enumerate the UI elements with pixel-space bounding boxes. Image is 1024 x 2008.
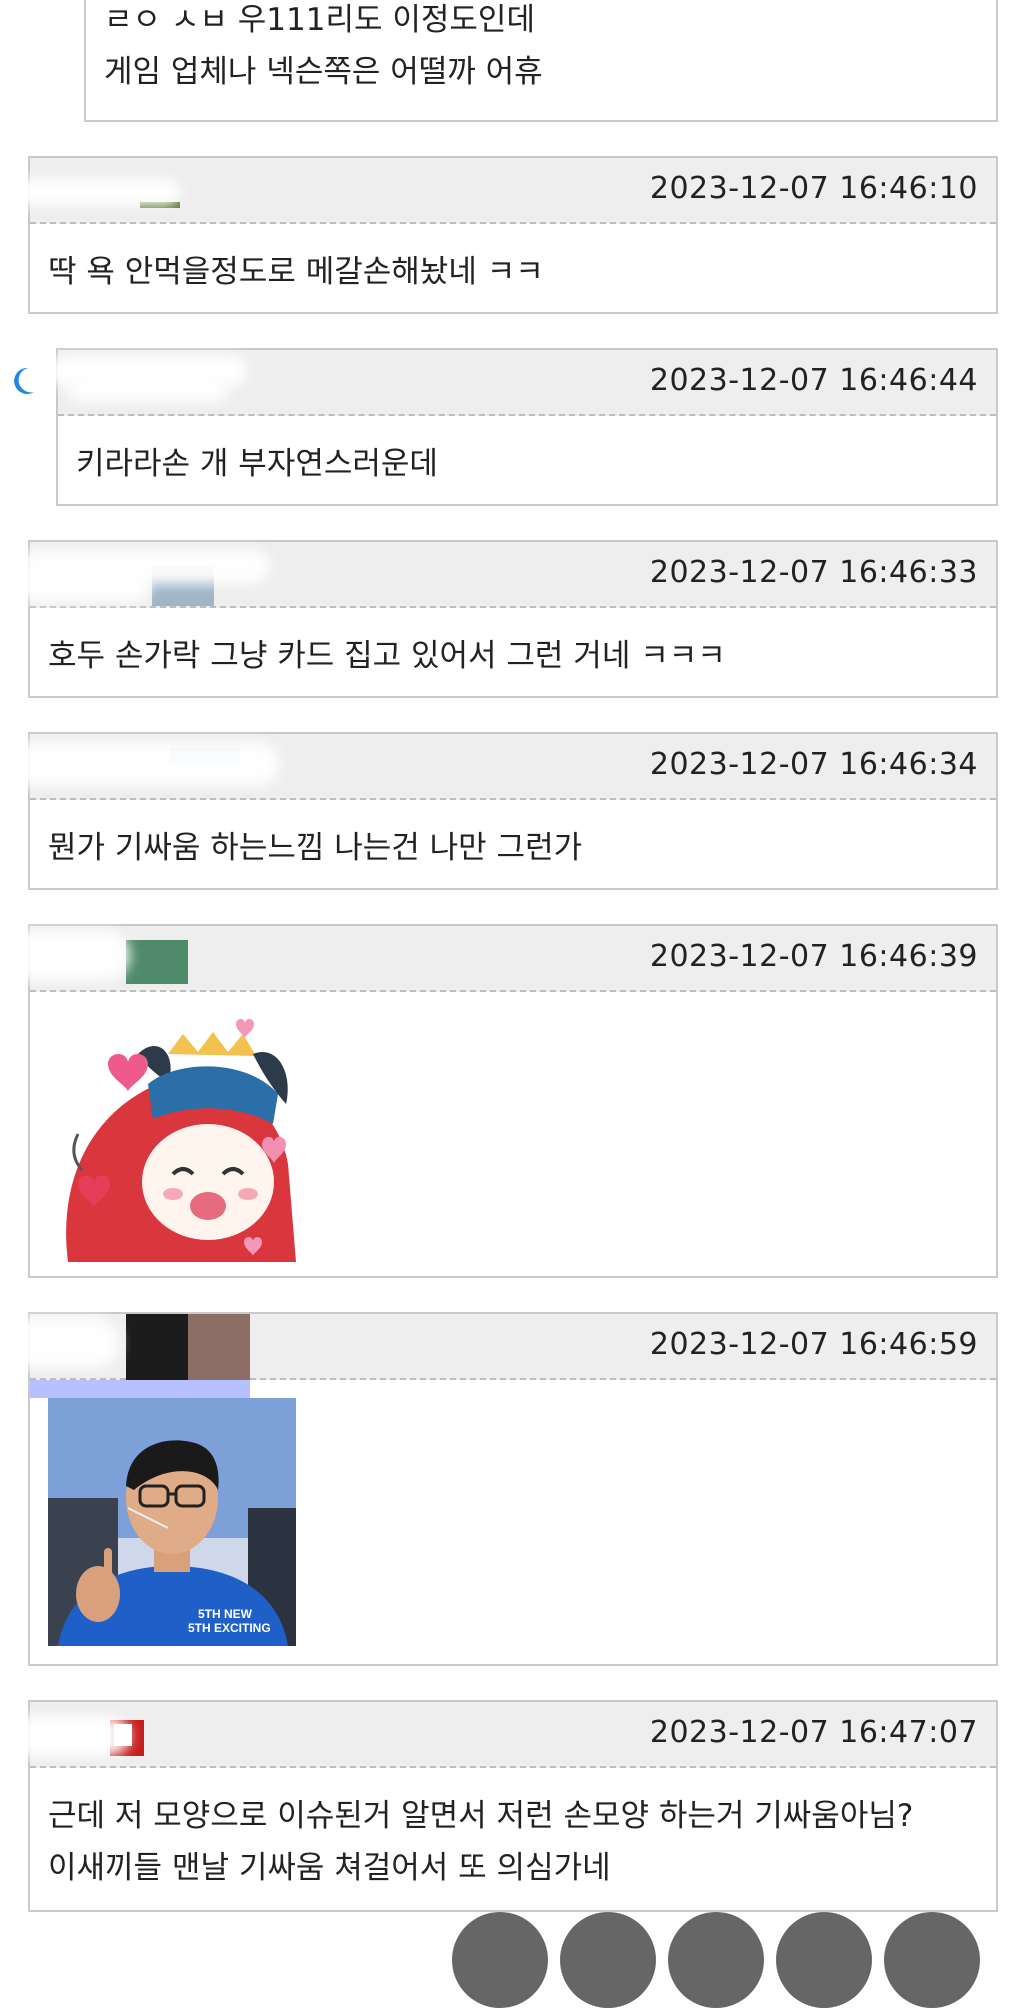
level-icon bbox=[126, 940, 188, 984]
comment-text: 이새끼들 맨날 기싸움 쳐걸어서 또 의심가네 bbox=[48, 1850, 611, 1886]
man-photo-image[interactable]: 5TH NEW 5TH EXCITING bbox=[48, 1398, 296, 1646]
comment-timestamp: 2023-12-07 16:46:10 bbox=[649, 171, 978, 206]
page-button[interactable] bbox=[668, 1912, 764, 2008]
comment-header: 2023-12-07 16:46:39 bbox=[0, 926, 996, 992]
comment: 2023-12-07 16:46:10 딱 욕 안먹을정도로 메갈손해놨네 ㅋㅋ bbox=[10, 156, 998, 314]
comment-text: 뭔가 기싸움 하는느낌 나는건 나만 그런가 bbox=[48, 830, 583, 866]
reply-line: ㄹㅇ ㅅㅂ 우111리도 이정도인데 bbox=[104, 2, 535, 38]
level-icon bbox=[188, 1314, 250, 1380]
comment-body: 호두 손가락 그냥 카드 집고 있어서 그런 거네 ㅋㅋㅋ bbox=[30, 608, 996, 704]
reply-body: ㄹㅇ ㅅㅂ 우111리도 이정도인데 게임 업체나 넥슨쪽은 어떨까 어휴 bbox=[86, 0, 996, 120]
page-button[interactable] bbox=[884, 1912, 980, 2008]
author-blurred bbox=[10, 734, 280, 798]
reply-line: 게임 업체나 넥슨쪽은 어떨까 어휴 bbox=[104, 54, 543, 90]
comment-timestamp: 2023-12-07 16:46:33 bbox=[649, 555, 978, 590]
comment-body: 뭔가 기싸움 하는느낌 나는건 나만 그런가 bbox=[30, 800, 996, 896]
shirt-text: 5TH EXCITING bbox=[188, 1621, 271, 1635]
anime-sticker-image[interactable] bbox=[48, 1014, 296, 1262]
comment: 2023-12-07 16:47:07 근데 저 모양으로 이슈된거 알면서 저… bbox=[0, 1700, 998, 1912]
comment-body: 키라라손 개 부자연스러운데 bbox=[58, 416, 996, 512]
author-blurred bbox=[0, 926, 270, 990]
comment-timestamp: 2023-12-07 16:47:07 bbox=[649, 1715, 978, 1750]
author-blurred bbox=[0, 1702, 270, 1766]
comment: 2023-12-07 16:46:33 호두 손가락 그냥 카드 집고 있어서 … bbox=[20, 540, 998, 698]
comment-header: 2023-12-07 16:46:33 bbox=[20, 542, 996, 608]
shirt-text: 5TH NEW bbox=[198, 1607, 253, 1621]
author-blurred bbox=[20, 542, 270, 606]
comment: 2023-12-07 16:46:59 5TH NEW 5TH EXCITING bbox=[0, 1312, 998, 1666]
author-blurred bbox=[0, 1314, 270, 1398]
comment-header: 2023-12-07 16:46:44 bbox=[48, 350, 996, 416]
comment-header: 2023-12-07 16:46:34 bbox=[10, 734, 996, 800]
comment-body: 딱 욕 안먹을정도로 메갈손해놨네 ㅋㅋ bbox=[30, 224, 996, 320]
level-icon bbox=[126, 1314, 188, 1380]
comment-header: 2023-12-07 16:46:10 bbox=[10, 158, 996, 224]
comment-timestamp: 2023-12-07 16:46:34 bbox=[649, 747, 978, 782]
page-button[interactable] bbox=[560, 1912, 656, 2008]
reply-box: ㄹㅇ ㅅㅂ 우111리도 이정도인데 게임 업체나 넥슨쪽은 어떨까 어휴 bbox=[84, 0, 998, 122]
comment-reply: 2023-12-07 16:46:44 키라라손 개 부자연스러운데 bbox=[48, 348, 998, 506]
comment-header: 2023-12-07 16:46:59 bbox=[0, 1314, 996, 1398]
page-button[interactable] bbox=[452, 1912, 548, 2008]
comment-text: 근데 저 모양으로 이슈된거 알면서 저런 손모양 하는거 기싸움아님? bbox=[48, 1798, 914, 1834]
moon-icon bbox=[14, 367, 35, 394]
comment-body: 근데 저 모양으로 이슈된거 알면서 저런 손모양 하는거 기싸움아님? 이새끼… bbox=[30, 1768, 996, 1916]
comment-timestamp: 2023-12-07 16:46:44 bbox=[649, 363, 978, 398]
comment-timestamp: 2023-12-07 16:46:59 bbox=[649, 1327, 978, 1362]
author-blurred bbox=[10, 158, 270, 222]
comment: 2023-12-07 16:46:39 bbox=[0, 924, 998, 1278]
page-button[interactable] bbox=[776, 1912, 872, 2008]
author-blurred bbox=[48, 350, 298, 414]
comment-text: 딱 욕 안먹을정도로 메갈손해놨네 ㅋㅋ bbox=[48, 254, 544, 290]
comment-text: 호두 손가락 그냥 카드 집고 있어서 그런 거네 ㅋㅋㅋ bbox=[48, 638, 726, 674]
comment-text: 키라라손 개 부자연스러운데 bbox=[76, 446, 438, 482]
comment: 2023-12-07 16:46:34 뭔가 기싸움 하는느낌 나는건 나만 그… bbox=[10, 732, 998, 890]
comment-timestamp: 2023-12-07 16:46:39 bbox=[649, 939, 978, 974]
comment-header: 2023-12-07 16:47:07 bbox=[0, 1702, 996, 1768]
